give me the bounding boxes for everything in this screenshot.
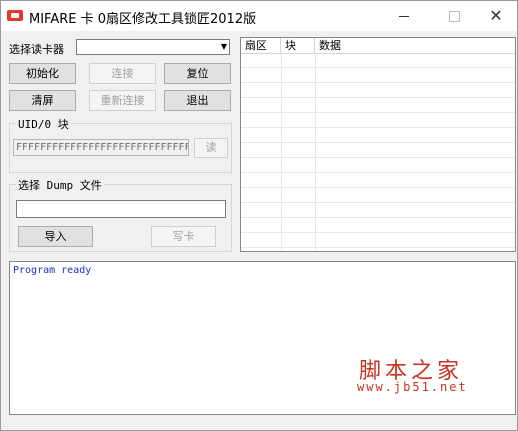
dump-group: 选择 Dump 文件 导入 写卡 [9,177,232,252]
table-header: 扇区 块 数据 [241,38,515,54]
minimize-button[interactable] [381,1,427,31]
dump-group-title: 选择 Dump 文件 [16,177,104,193]
data-table[interactable]: 扇区 块 数据 [240,37,516,252]
uid-field[interactable]: FFFFFFFFFFFFFFFFFFFFFFFFFFFFFFFF [13,139,189,156]
close-icon: ✕ [489,6,503,25]
window-title: MIFARE 卡 0扇区修改工具锁匠2012版 [29,12,257,27]
title-bar[interactable]: MIFARE 卡 0扇区修改工具锁匠2012版 ✕ [1,1,517,31]
connect-button[interactable]: 连接 [89,63,156,84]
column-header-data[interactable]: 数据 [315,38,515,53]
uid-group: UID/0 块 FFFFFFFFFFFFFFFFFFFFFFFFFFFFFFFF… [9,116,232,173]
maximize-icon [448,10,460,22]
log-line: Program ready [13,265,92,276]
reader-label: 选择读卡器 [9,43,64,56]
uid-group-title: UID/0 块 [16,116,71,132]
close-button[interactable]: ✕ [473,1,518,31]
write-button[interactable]: 写卡 [151,226,216,247]
app-icon [7,10,23,21]
watermark-url: www.jb51.net [357,380,468,394]
dump-path-field[interactable] [16,200,226,218]
chevron-down-icon[interactable]: ▼ [221,43,227,51]
import-button[interactable]: 导入 [18,226,93,247]
column-header-sector[interactable]: 扇区 [241,38,281,53]
table-gridlines [241,53,515,251]
maximize-button[interactable] [431,1,477,31]
init-button[interactable]: 初始化 [9,63,76,84]
reset-button[interactable]: 复位 [164,63,231,84]
main-window: MIFARE 卡 0扇区修改工具锁匠2012版 ✕ 选择读卡器 ▼ 初始化 连接… [0,0,518,431]
exit-button[interactable]: 退出 [164,90,231,111]
column-header-block[interactable]: 块 [281,38,315,53]
minimize-icon [399,15,409,17]
reconnect-button[interactable]: 重新连接 [89,90,156,111]
reader-select[interactable]: ▼ [76,39,230,55]
read-button[interactable]: 读 [194,138,228,158]
clear-button[interactable]: 清屏 [9,90,76,111]
